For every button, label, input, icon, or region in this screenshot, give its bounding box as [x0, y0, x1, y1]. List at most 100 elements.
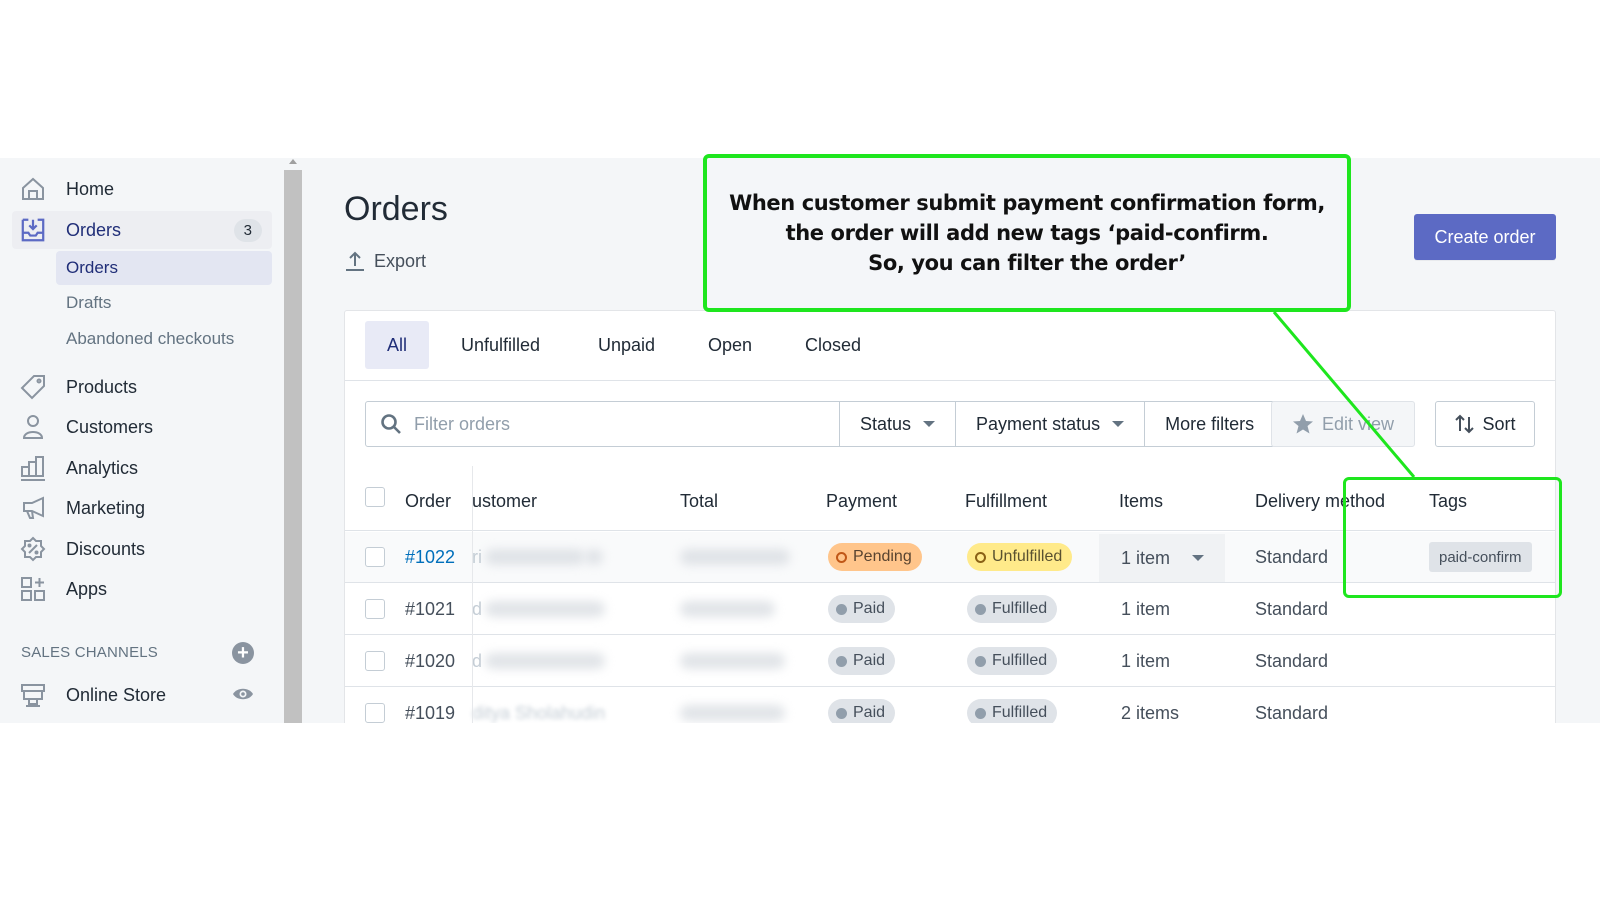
export-button[interactable]: Export: [344, 250, 426, 272]
sidebar-item-apps[interactable]: Apps: [12, 570, 272, 608]
add-sales-channel-button[interactable]: +: [232, 642, 254, 664]
column-header-total[interactable]: Total: [680, 491, 718, 512]
sort-label: Sort: [1482, 413, 1516, 434]
sticky-column-divider: [472, 466, 473, 723]
customer-name: ri: [472, 547, 482, 567]
edit-view-button[interactable]: Edit view: [1271, 401, 1415, 447]
tab-all[interactable]: All: [365, 321, 430, 369]
column-header-payment[interactable]: Payment: [826, 491, 897, 512]
sidebar-item-label: Analytics: [66, 457, 139, 478]
payment-status-badge: Paid: [828, 699, 896, 723]
order-number[interactable]: #1021: [405, 599, 455, 620]
items-count: 1 item: [1121, 599, 1171, 619]
status-circle-icon: [836, 551, 847, 563]
payment-status-filter-label: Payment status: [976, 413, 1101, 434]
sales-channels-heading: SALES CHANNELS: [21, 644, 159, 661]
status-dot-icon: [836, 707, 847, 719]
sidebar: Home Orders 3 Orders Drafts Abandoned ch…: [0, 158, 284, 723]
payment-status-filter-dropdown[interactable]: Payment status: [956, 401, 1146, 447]
customer-name: d: [472, 599, 483, 619]
sidebar-item-marketing[interactable]: Marketing: [12, 489, 272, 527]
status-dot-icon: [975, 707, 986, 719]
export-label: Export: [374, 250, 427, 271]
total-redacted: [680, 601, 775, 617]
status-dot-icon: [836, 603, 847, 615]
annotation-callout: When customer submit payment confirmatio…: [703, 154, 1351, 312]
status-dot-icon: [975, 655, 986, 667]
payment-status-text: Paid: [853, 600, 886, 617]
row-checkbox[interactable]: [365, 599, 385, 619]
tab-closed[interactable]: Closed: [783, 321, 883, 369]
fulfillment-status-text: Fulfilled: [992, 600, 1048, 617]
tab-unpaid[interactable]: Unpaid: [576, 321, 677, 369]
sidebar-item-home[interactable]: Home: [12, 170, 272, 208]
filter-orders-input[interactable]: Filter orders: [365, 401, 840, 447]
total-redacted: [680, 705, 785, 721]
more-filters-label: More filters: [1165, 413, 1255, 434]
sort-arrows-icon: [1455, 414, 1475, 434]
sidebar-scrollbar[interactable]: [284, 158, 302, 723]
column-header-customer[interactable]: ustomer: [472, 491, 537, 512]
table-row[interactable]: #1020 d Paid Fulfilled 1 item Standard: [345, 636, 1555, 687]
sidebar-item-products[interactable]: Products: [12, 368, 272, 406]
status-filter-label: Status: [860, 413, 912, 434]
search-icon: [381, 414, 401, 434]
star-icon: [1292, 414, 1313, 434]
sidebar-item-label: Home: [66, 178, 115, 199]
tags-highlight-box: [1343, 477, 1562, 598]
apps-icon: [20, 576, 46, 602]
sidebar-subitem-orders[interactable]: Orders: [56, 251, 272, 285]
select-all-checkbox[interactable]: [365, 487, 385, 507]
row-checkbox[interactable]: [365, 651, 385, 671]
customer-name-redacted: [485, 549, 585, 565]
items-count: 2 items: [1121, 703, 1180, 723]
store-icon: [20, 682, 46, 708]
column-header-fulfillment[interactable]: Fulfillment: [965, 491, 1047, 512]
sidebar-subitem-drafts[interactable]: Drafts: [56, 286, 272, 320]
sidebar-item-orders[interactable]: Orders 3: [12, 211, 272, 249]
status-filter-dropdown[interactable]: Status: [840, 401, 957, 447]
order-number[interactable]: #1019: [405, 703, 455, 723]
annotation-line: When customer submit payment confirmatio…: [729, 191, 1325, 215]
row-checkbox[interactable]: [365, 547, 385, 567]
sidebar-item-customers[interactable]: Customers: [12, 408, 272, 446]
page-title: Orders: [344, 190, 448, 228]
fulfillment-status-badge: Fulfilled: [967, 595, 1058, 623]
items-count: 1 item: [1121, 547, 1171, 568]
status-circle-icon: [975, 551, 986, 563]
customer-name-redacted: [485, 653, 605, 669]
scroll-up-arrow-icon[interactable]: [289, 159, 297, 164]
order-number[interactable]: #1020: [405, 651, 455, 672]
payment-status-badge: Paid: [828, 595, 896, 623]
customer-info-redacted: [585, 549, 603, 565]
delivery-method: Standard: [1255, 547, 1329, 567]
order-number-link[interactable]: #1022: [405, 547, 455, 568]
payment-status-text: Paid: [853, 652, 886, 669]
home-icon: [20, 176, 46, 202]
discount-icon: [20, 536, 46, 562]
sidebar-item-label: Customers: [66, 416, 154, 437]
sidebar-item-analytics[interactable]: Analytics: [12, 449, 272, 487]
orders-inbox-icon: [20, 217, 46, 243]
column-header-order[interactable]: Order: [405, 491, 451, 512]
orders-count-badge: 3: [233, 218, 262, 242]
table-row[interactable]: #1019 ditya Sholahudin Paid Fulfilled 2 …: [345, 688, 1555, 723]
sidebar-subitem-abandoned-checkouts[interactable]: Abandoned checkouts: [56, 322, 272, 356]
view-online-store-eye-icon[interactable]: [232, 686, 254, 707]
sidebar-item-label: Discounts: [66, 538, 146, 559]
sidebar-item-discounts[interactable]: Discounts: [12, 530, 272, 568]
fulfillment-status-text: Fulfilled: [992, 704, 1048, 721]
tab-unfulfilled[interactable]: Unfulfilled: [439, 321, 562, 369]
sort-button[interactable]: Sort: [1435, 401, 1535, 447]
scrollbar-thumb[interactable]: [284, 170, 302, 723]
fulfillment-status-badge: Fulfilled: [967, 699, 1058, 723]
tag-icon: [20, 374, 46, 400]
filter-bar: Filter orders Status Payment status More…: [365, 401, 1276, 447]
caret-down-icon: [1192, 555, 1205, 561]
more-filters-button[interactable]: More filters: [1145, 401, 1276, 447]
items-dropdown[interactable]: 1 item: [1099, 534, 1225, 582]
tab-open[interactable]: Open: [686, 321, 774, 369]
row-checkbox[interactable]: [365, 703, 385, 723]
create-order-button[interactable]: Create order: [1414, 214, 1556, 260]
column-header-items[interactable]: Items: [1119, 491, 1163, 512]
